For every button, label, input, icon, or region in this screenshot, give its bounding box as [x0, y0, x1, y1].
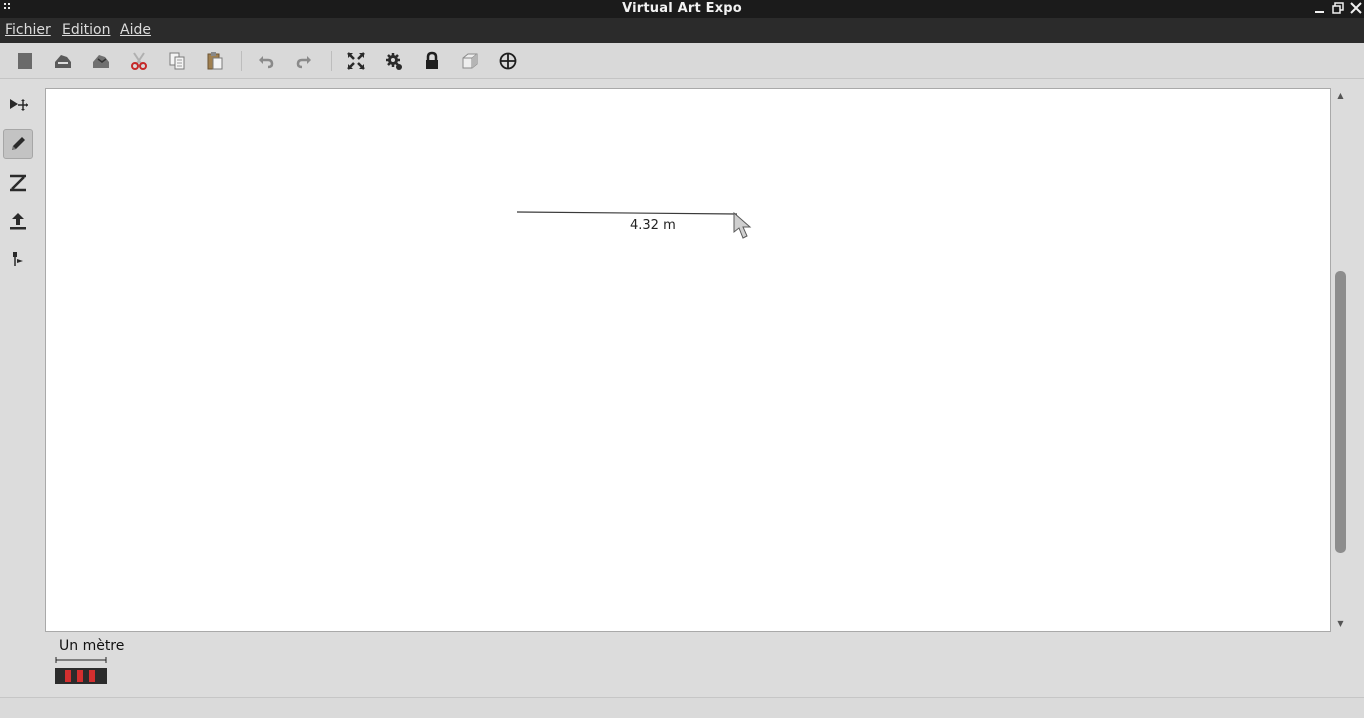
scale-legend-label: Un mètre [59, 638, 125, 654]
wall-line-being-drawn [516, 211, 738, 215]
scrollbar-thumb[interactable] [1335, 271, 1346, 553]
wall-length-label: 4.32 m [630, 218, 676, 233]
mouse-cursor-icon [733, 211, 752, 239]
scroll-up-arrow-icon[interactable]: ▲ [1336, 91, 1345, 100]
vertical-scrollbar[interactable]: ▲ ▼ [1333, 88, 1348, 632]
scale-bar-graphic [55, 657, 107, 684]
scroll-down-arrow-icon[interactable]: ▼ [1336, 619, 1345, 628]
canvas-overlay [516, 211, 752, 239]
status-bar [0, 697, 1364, 718]
